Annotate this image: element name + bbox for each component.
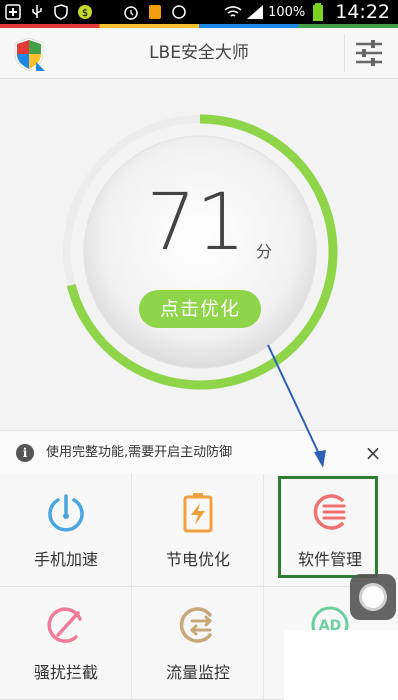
feature-label: 手机加速 bbox=[33, 550, 98, 569]
score-unit: 分 bbox=[256, 242, 273, 261]
app-header: LBE安全大师 bbox=[0, 28, 398, 79]
close-icon[interactable]: × bbox=[362, 442, 384, 464]
feature-phone-boost[interactable]: 手机加速 bbox=[0, 474, 132, 587]
usb-icon bbox=[28, 4, 46, 20]
data-traffic-icon bbox=[179, 607, 213, 643]
dollar-icon: $ bbox=[76, 4, 94, 20]
header-divider bbox=[344, 34, 345, 72]
block-icon bbox=[47, 607, 82, 643]
svg-text:$: $ bbox=[82, 8, 88, 19]
floating-assistive-button[interactable] bbox=[350, 574, 396, 620]
overlay-panel bbox=[284, 630, 398, 700]
assistive-touch-icon bbox=[359, 583, 387, 611]
battery-icon bbox=[309, 3, 327, 21]
feature-label: 骚扰拦截 bbox=[33, 663, 98, 682]
wifi-icon bbox=[224, 4, 242, 20]
feature-spam-block[interactable]: 骚扰拦截 bbox=[0, 587, 132, 700]
clock: 14:22 bbox=[335, 1, 390, 23]
shield-icon bbox=[52, 4, 70, 20]
sliders-icon[interactable] bbox=[354, 39, 384, 67]
page-title: LBE安全大师 bbox=[149, 43, 249, 63]
add-icon bbox=[4, 4, 22, 20]
highlight-box bbox=[278, 476, 378, 578]
sync-icon bbox=[170, 4, 188, 20]
feature-label: 节电优化 bbox=[165, 550, 230, 569]
notice-text: 使用完整功能,需要开启主动防御 bbox=[46, 445, 233, 460]
shield-logo-icon[interactable] bbox=[12, 36, 46, 72]
notification-icon bbox=[146, 4, 164, 20]
battery-bolt-icon bbox=[183, 493, 213, 533]
feature-label: 流量监控 bbox=[165, 663, 230, 682]
feature-power-saving[interactable]: 节电优化 bbox=[132, 474, 264, 587]
info-icon: i bbox=[16, 444, 34, 462]
status-bar: $ 100% 14:22 bbox=[0, 0, 398, 24]
power-icon bbox=[48, 494, 84, 532]
notice-bar: i 使用完整功能,需要开启主动防御 × bbox=[0, 430, 398, 476]
score-value: 71 bbox=[146, 178, 246, 268]
feature-data-monitor[interactable]: 流量监控 bbox=[132, 587, 264, 700]
signal-icon bbox=[246, 4, 264, 20]
alarm-icon bbox=[122, 4, 140, 20]
optimize-button[interactable]: 点击优化 bbox=[139, 290, 261, 328]
battery-percent: 100% bbox=[268, 4, 306, 20]
